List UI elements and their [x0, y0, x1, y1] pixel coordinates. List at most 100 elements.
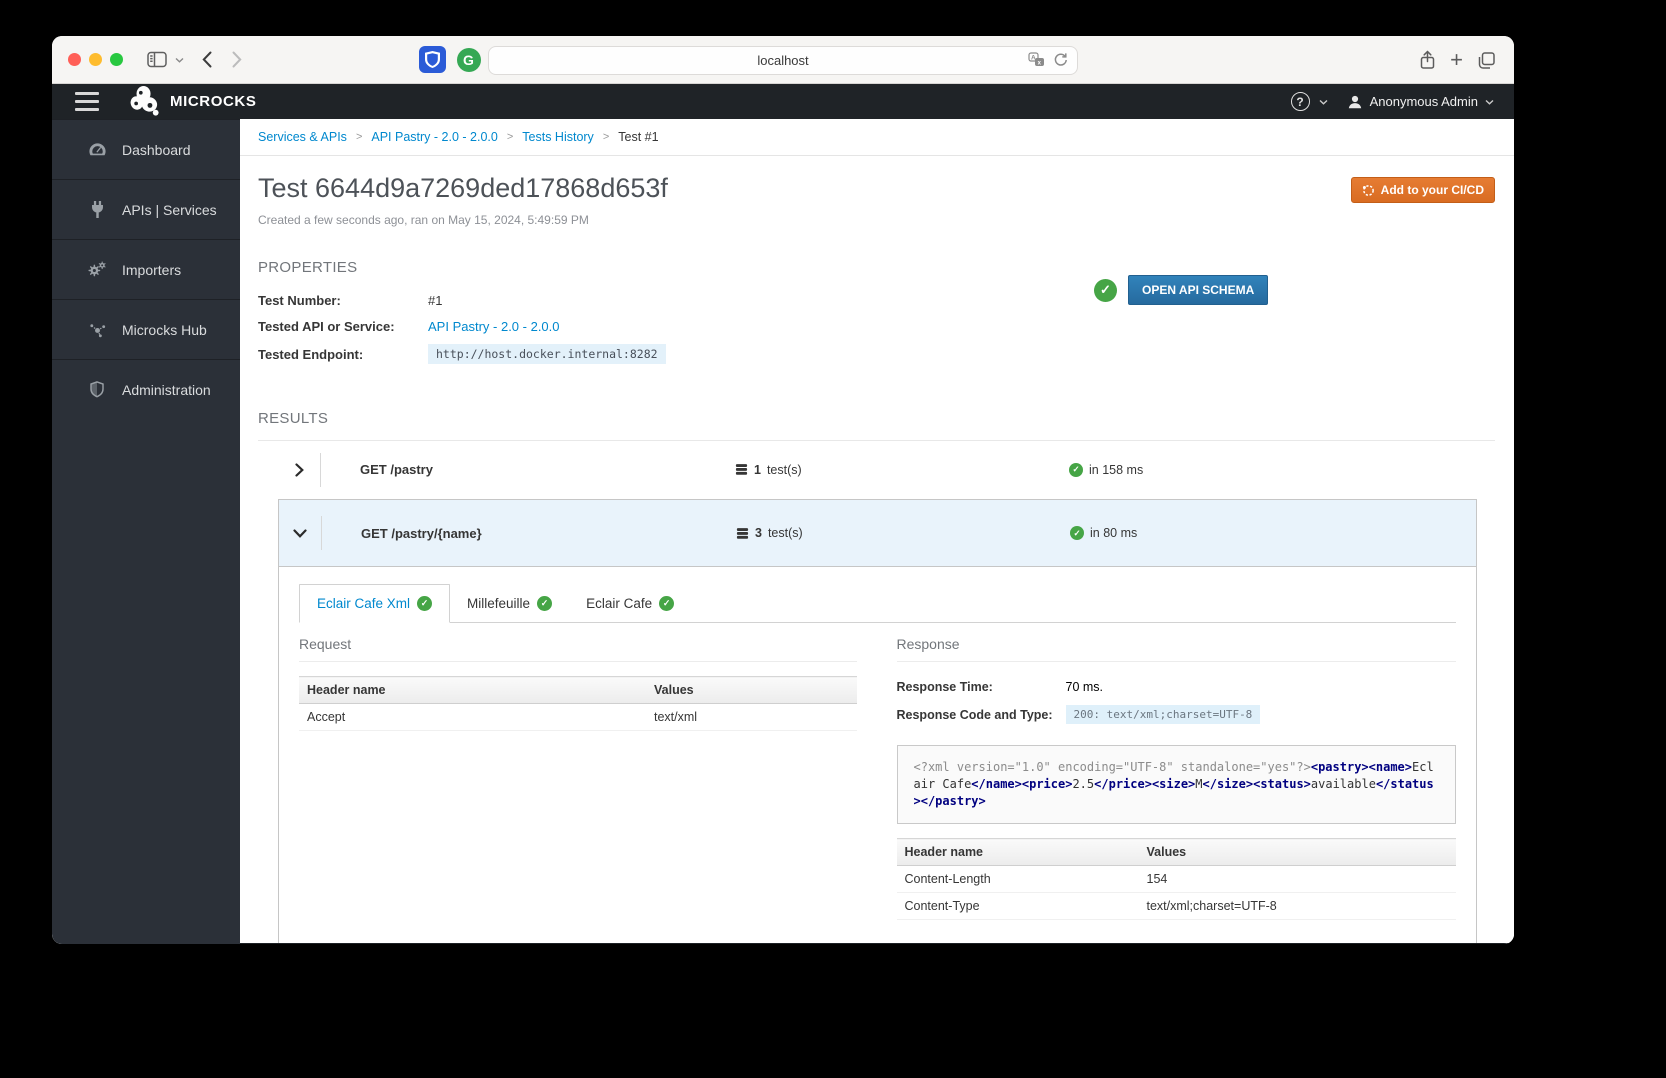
operation-name: GET /pastry/{name}	[361, 525, 482, 541]
title-block: Test 6644d9a7269ded17868d653f Created a …	[258, 173, 668, 227]
sidebar-item-dashboard[interactable]: Dashboard	[52, 119, 240, 179]
header-value-cell: text/xml	[646, 703, 857, 731]
open-api-schema-button[interactable]: OPEN API SCHEMA	[1128, 275, 1269, 305]
browser-sidebar-icon[interactable]	[147, 51, 167, 68]
breadcrumb-separator: >	[355, 131, 363, 143]
operation-panel-header: GET /pastry/{name} 3 test(s) ✓ in 80 ms	[279, 500, 1476, 567]
new-tab-icon[interactable]: +	[1450, 49, 1463, 71]
help-chevron-icon[interactable]	[1319, 99, 1328, 105]
svg-text:A: A	[1031, 55, 1036, 62]
browser-right-controls: +	[1419, 36, 1496, 84]
results-section: RESULTS GET /pastry 1 test(s) ✓ in 158 m…	[240, 410, 1514, 944]
bitwarden-extension-icon[interactable]	[419, 46, 446, 73]
response-time-value: 70 ms.	[1065, 679, 1104, 694]
prop-label: Tested API or Service:	[258, 319, 395, 334]
hamburger-menu-icon[interactable]	[75, 92, 99, 111]
operation-time: ✓ in 158 ms	[1069, 462, 1477, 477]
sidebar-item-label: APIs | Services	[122, 201, 217, 218]
breadcrumb-link-services[interactable]: Services & APIs	[258, 130, 347, 144]
sidebar-item-microcks-hub[interactable]: Microcks Hub	[52, 299, 240, 359]
add-to-cicd-button[interactable]: Add to your CI/CD	[1350, 177, 1495, 203]
minimize-window-button[interactable]	[89, 53, 102, 66]
breadcrumb-separator: >	[602, 131, 610, 143]
tab-overview-icon[interactable]	[1477, 51, 1496, 70]
tested-endpoint-value: http://host.docker.internal:8282	[428, 344, 666, 364]
translate-icon[interactable]: Ax	[1028, 52, 1045, 67]
user-name: Anonymous Admin	[1369, 94, 1478, 109]
properties-rows: Test Number: #1 Tested API or Service: A…	[258, 292, 1495, 364]
schema-group: ✓ OPEN API SCHEMA	[1094, 275, 1269, 305]
plug-icon	[87, 200, 107, 219]
table-col-header-name: Header name	[896, 838, 1139, 866]
sidebar-item-apis-services[interactable]: APIs | Services	[52, 179, 240, 239]
breadcrumb-separator: >	[506, 131, 514, 143]
help-icon[interactable]: ?	[1290, 92, 1310, 111]
reload-icon[interactable]	[1053, 52, 1068, 67]
user-menu[interactable]: Anonymous Admin	[1347, 94, 1494, 110]
header-name-cell: Content-Type	[896, 892, 1139, 920]
tab-eclair-cafe-xml[interactable]: Eclair Cafe Xml ✓	[299, 584, 451, 623]
breadcrumb-link-tests-history[interactable]: Tests History	[522, 130, 594, 144]
xml-tag: </size><status>	[1202, 777, 1311, 791]
breadcrumb-current: Test #1	[618, 130, 659, 144]
request-heading: Request	[299, 636, 857, 662]
header-right: ? Anonymous Admin	[1290, 92, 1494, 111]
brand[interactable]: MICROCKS	[127, 84, 256, 119]
traffic-lights	[68, 53, 123, 66]
back-button[interactable]	[202, 51, 212, 68]
expand-chevron-right-icon[interactable]	[278, 462, 320, 477]
xml-tag: </price><size>	[1094, 777, 1196, 791]
xml-prolog: <?xml version="1.0" encoding="UTF-8" sta…	[913, 760, 1311, 774]
tab-success-check-icon: ✓	[659, 596, 675, 611]
collapse-chevron-down-icon[interactable]	[279, 528, 321, 538]
table-row: Accept text/xml	[299, 703, 857, 731]
tab-label: Millefeuille	[467, 596, 531, 611]
prop-label: Test Number:	[258, 293, 341, 308]
xml-text: available	[1310, 777, 1376, 791]
breadcrumb-link-api[interactable]: API Pastry - 2.0 - 2.0.0	[371, 130, 497, 144]
zoom-window-button[interactable]	[110, 53, 123, 66]
response-time-label: Response Time:	[896, 679, 993, 694]
microcks-logo-icon	[127, 84, 162, 119]
operation-tests: 3 test(s)	[697, 526, 1070, 540]
browser-toolbar: G localhost Ax +	[52, 36, 1514, 84]
test-case-tabs: Eclair Cafe Xml ✓ Millefeuille ✓ Eclair …	[299, 584, 1456, 623]
sidebar-item-administration[interactable]: Administration	[52, 359, 240, 419]
header-value-cell: 154	[1138, 865, 1456, 893]
address-bar[interactable]: localhost Ax	[488, 46, 1078, 75]
share-icon[interactable]	[1419, 50, 1436, 70]
forward-button[interactable]	[232, 51, 242, 68]
sidebar-nav: Dashboard APIs | Services Importers Micr…	[52, 119, 240, 944]
response-details: Response Time: 70 ms. Response Code and …	[897, 677, 1457, 724]
sidebar-item-label: Dashboard	[122, 141, 191, 158]
response-time-row: Response Time: 70 ms.	[897, 677, 1457, 696]
sidebar-item-importers[interactable]: Importers	[52, 239, 240, 299]
tab-eclair-cafe[interactable]: Eclair Cafe ✓	[569, 585, 691, 622]
tests-count: 1	[754, 462, 761, 477]
xml-text: M	[1195, 777, 1203, 791]
tested-service-link[interactable]: API Pastry - 2.0 - 2.0.0	[428, 319, 560, 334]
app-body: Dashboard APIs | Services Importers Micr…	[52, 119, 1514, 944]
prop-label: Tested Endpoint:	[258, 346, 364, 362]
tab-label: Eclair Cafe Xml	[317, 596, 411, 611]
user-icon	[1348, 95, 1361, 108]
prop-test-number: Test Number: #1	[258, 292, 1495, 309]
request-response-columns: Request Header name Values Accept text/x…	[299, 636, 1456, 920]
response-code-row: Response Code and Type: 200: text/xml;ch…	[897, 705, 1457, 724]
browser-window: G localhost Ax + MICROCKS ? Anonymous Ad…	[52, 36, 1514, 944]
close-window-button[interactable]	[68, 53, 81, 66]
shield-icon	[87, 380, 107, 399]
table-col-values: Values	[646, 676, 857, 704]
sidebar-chevron-icon[interactable]	[175, 57, 184, 63]
table-row: Content-Type text/xml;charset=UTF-8	[896, 892, 1456, 920]
title-row: Test 6644d9a7269ded17868d653f Created a …	[240, 156, 1514, 227]
tab-label: Eclair Cafe	[586, 596, 653, 611]
tab-millefeuille[interactable]: Millefeuille ✓	[450, 585, 569, 622]
grammarly-extension-icon[interactable]: G	[455, 46, 482, 73]
header-name-cell: Content-Length	[896, 865, 1139, 893]
sidebar-item-label: Administration	[122, 381, 211, 398]
response-heading: Response	[896, 636, 1456, 662]
request-headers-table: Header name Values Accept text/xml	[299, 676, 857, 731]
table-col-values: Values	[1138, 838, 1456, 866]
header-name-cell: Accept	[299, 703, 646, 731]
